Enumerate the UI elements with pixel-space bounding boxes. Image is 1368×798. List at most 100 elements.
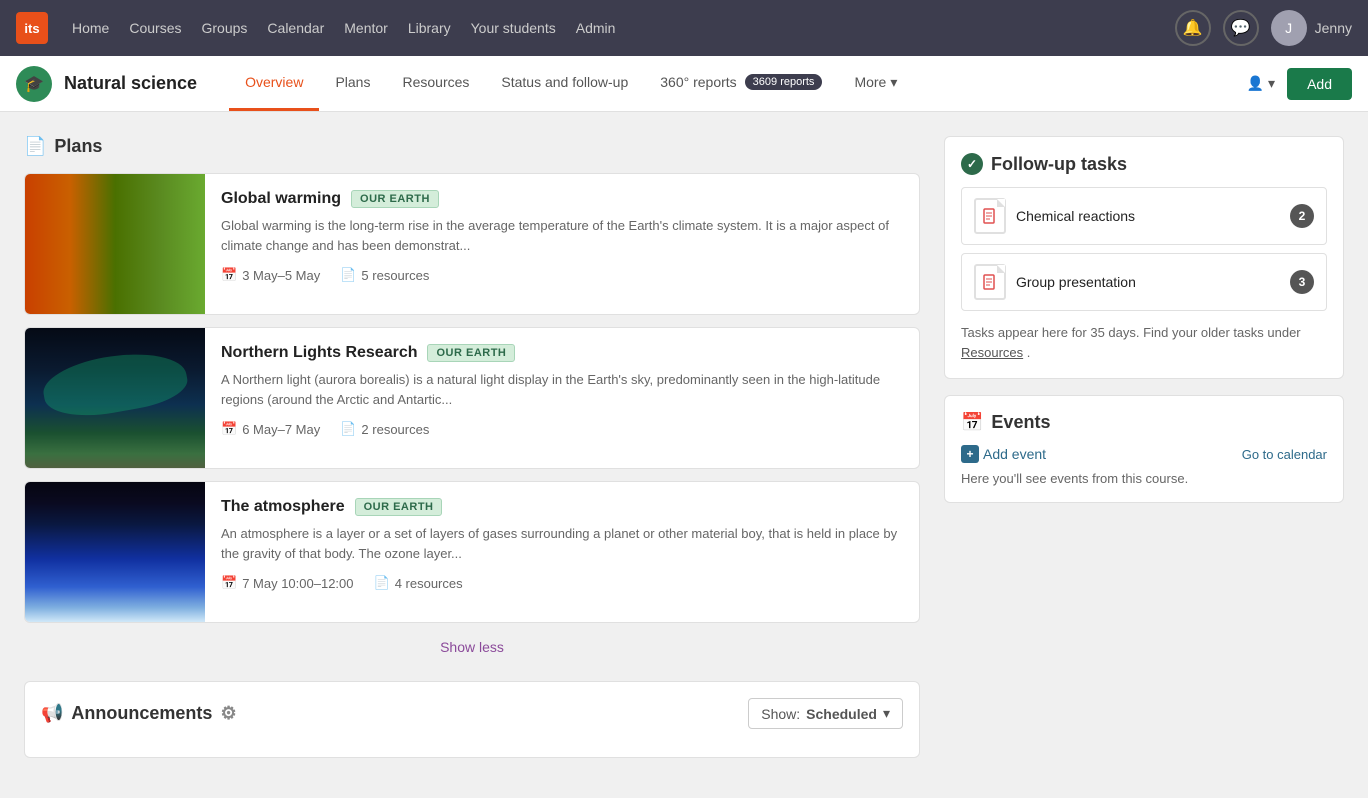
- plan-card-date: 📅 7 May 10:00–12:00: [221, 575, 354, 591]
- calendar-icon: 📅: [221, 575, 237, 591]
- course-icon: 🎓: [16, 66, 52, 102]
- task-badge: 2: [1290, 204, 1314, 228]
- plan-card-tag: OUR EARTH: [355, 498, 443, 516]
- go-to-calendar-link[interactable]: Go to calendar: [1242, 447, 1327, 462]
- plan-card-description: An atmosphere is a layer or a set of lay…: [221, 524, 903, 563]
- task-row-chemical-reactions[interactable]: Chemical reactions 2: [961, 187, 1327, 245]
- plans-title: Plans: [54, 136, 102, 157]
- plan-card-global-warming[interactable]: Global warming OUR EARTH Global warming …: [24, 173, 920, 315]
- avatar: J: [1271, 10, 1307, 46]
- show-dropdown[interactable]: Show: Scheduled ▾: [748, 698, 903, 729]
- plan-card-meta: 📅 7 May 10:00–12:00 📄 4 resources: [221, 575, 903, 591]
- nav-library[interactable]: Library: [408, 20, 451, 36]
- document-icon: 📄: [340, 421, 356, 437]
- nav-home[interactable]: Home: [72, 20, 109, 36]
- events-empty-text: Here you'll see events from this course.: [961, 471, 1327, 486]
- chevron-down-icon: ▾: [890, 74, 897, 91]
- follow-up-title: ✓ Follow-up tasks: [961, 153, 1327, 175]
- tab-more[interactable]: More ▾: [838, 56, 913, 111]
- person-icon: 👤: [1247, 75, 1264, 92]
- resources-link[interactable]: Resources: [961, 345, 1023, 360]
- chevron-down-icon: ▾: [883, 705, 890, 722]
- plan-card-title: Northern Lights Research: [221, 344, 417, 362]
- plan-card-resources: 📄 5 resources: [340, 267, 429, 283]
- task-row-group-presentation[interactable]: Group presentation 3: [961, 253, 1327, 311]
- tab-resources[interactable]: Resources: [386, 56, 485, 111]
- plans-icon: 📄: [24, 136, 46, 157]
- plan-card-title-row: Global warming OUR EARTH: [221, 190, 903, 208]
- plan-card-northern-lights[interactable]: Northern Lights Research OUR EARTH A Nor…: [24, 327, 920, 469]
- follow-up-note: Tasks appear here for 35 days. Find your…: [961, 323, 1327, 362]
- plan-card-image-northern-lights: [25, 328, 205, 468]
- top-nav-right: 🔔 💬 J Jenny: [1175, 10, 1352, 46]
- right-column: ✓ Follow-up tasks Chemical reactions: [944, 136, 1344, 758]
- left-column: 📄 Plans Global warming OUR EARTH Global …: [24, 136, 920, 758]
- plan-card-description: A Northern light (aurora borealis) is a …: [221, 370, 903, 409]
- tab-status-and-followup[interactable]: Status and follow-up: [485, 56, 644, 111]
- nav-admin[interactable]: Admin: [576, 20, 616, 36]
- task-document-icon: [974, 264, 1006, 300]
- top-navigation: its Home Courses Groups Calendar Mentor …: [0, 0, 1368, 56]
- plan-card-image-global-warming: [25, 174, 205, 314]
- user-profile-button[interactable]: J Jenny: [1271, 10, 1352, 46]
- plan-card-body: Northern Lights Research OUR EARTH A Nor…: [205, 328, 919, 468]
- plan-card-tag: OUR EARTH: [351, 190, 439, 208]
- top-nav-links: Home Courses Groups Calendar Mentor Libr…: [72, 20, 1151, 36]
- plan-card-title-row: The atmosphere OUR EARTH: [221, 498, 903, 516]
- plan-card-date: 📅 6 May–7 May: [221, 421, 320, 437]
- plan-card-image-atmosphere: [25, 482, 205, 622]
- plan-card-resources: 📄 2 resources: [340, 421, 429, 437]
- show-less-button[interactable]: Show less: [440, 639, 504, 655]
- announcements-section: 📢 Announcements ⚙ Show: Scheduled ▾: [24, 681, 920, 758]
- add-event-button[interactable]: + Add event: [961, 445, 1046, 463]
- sub-nav-right: 👤 ▾ Add: [1247, 68, 1352, 100]
- follow-up-section: ✓ Follow-up tasks Chemical reactions: [944, 136, 1344, 379]
- nav-calendar[interactable]: Calendar: [267, 20, 324, 36]
- show-less-container: Show less: [24, 639, 920, 657]
- calendar-icon: 📅: [221, 421, 237, 437]
- task-left: Chemical reactions: [974, 198, 1135, 234]
- plan-card-meta: 📅 6 May–7 May 📄 2 resources: [221, 421, 903, 437]
- events-actions: + Add event Go to calendar: [961, 445, 1327, 463]
- notifications-button[interactable]: 🔔: [1175, 10, 1211, 46]
- sub-navigation: 🎓 Natural science Overview Plans Resourc…: [0, 56, 1368, 112]
- add-event-icon: +: [961, 445, 979, 463]
- task-document-icon: [974, 198, 1006, 234]
- plan-card-tag: OUR EARTH: [427, 344, 515, 362]
- main-layout: 📄 Plans Global warming OUR EARTH Global …: [0, 112, 1368, 782]
- reports-badge: 3609 reports: [745, 74, 823, 90]
- nav-your-students[interactable]: Your students: [471, 20, 556, 36]
- app-logo[interactable]: its: [16, 12, 48, 44]
- plan-card-title: Global warming: [221, 190, 341, 208]
- calendar-icon: 📅: [961, 412, 983, 433]
- messages-button[interactable]: 💬: [1223, 10, 1259, 46]
- plans-section-header: 📄 Plans: [24, 136, 920, 157]
- announcements-header: 📢 Announcements ⚙ Show: Scheduled ▾: [41, 698, 903, 729]
- nav-courses[interactable]: Courses: [129, 20, 181, 36]
- sub-nav-tabs: Overview Plans Resources Status and foll…: [229, 56, 1247, 111]
- events-section: 📅 Events + Add event Go to calendar Here…: [944, 395, 1344, 503]
- tab-overview[interactable]: Overview: [229, 56, 319, 111]
- plan-card-body: The atmosphere OUR EARTH An atmosphere i…: [205, 482, 919, 622]
- nav-groups[interactable]: Groups: [202, 20, 248, 36]
- plan-card-date: 📅 3 May–5 May: [221, 267, 320, 283]
- task-badge: 3: [1290, 270, 1314, 294]
- gear-icon[interactable]: ⚙: [220, 703, 236, 724]
- nav-mentor[interactable]: Mentor: [344, 20, 388, 36]
- document-icon: 📄: [374, 575, 390, 591]
- plan-card-description: Global warming is the long-term rise in …: [221, 216, 903, 255]
- task-left: Group presentation: [974, 264, 1136, 300]
- check-circle-icon: ✓: [961, 153, 983, 175]
- user-selector-button[interactable]: 👤 ▾: [1247, 75, 1275, 92]
- plan-card-meta: 📅 3 May–5 May 📄 5 resources: [221, 267, 903, 283]
- plan-card-atmosphere[interactable]: The atmosphere OUR EARTH An atmosphere i…: [24, 481, 920, 623]
- plan-card-title: The atmosphere: [221, 498, 345, 516]
- user-name-label: Jenny: [1315, 20, 1352, 36]
- add-button[interactable]: Add: [1287, 68, 1352, 100]
- plan-card-resources: 📄 4 resources: [374, 575, 463, 591]
- tab-360-reports[interactable]: 360° reports 3609 reports: [644, 56, 838, 111]
- course-title: Natural science: [64, 73, 197, 94]
- announcements-title: 📢 Announcements ⚙: [41, 703, 237, 724]
- tab-plans[interactable]: Plans: [319, 56, 386, 111]
- task-name: Group presentation: [1016, 274, 1136, 290]
